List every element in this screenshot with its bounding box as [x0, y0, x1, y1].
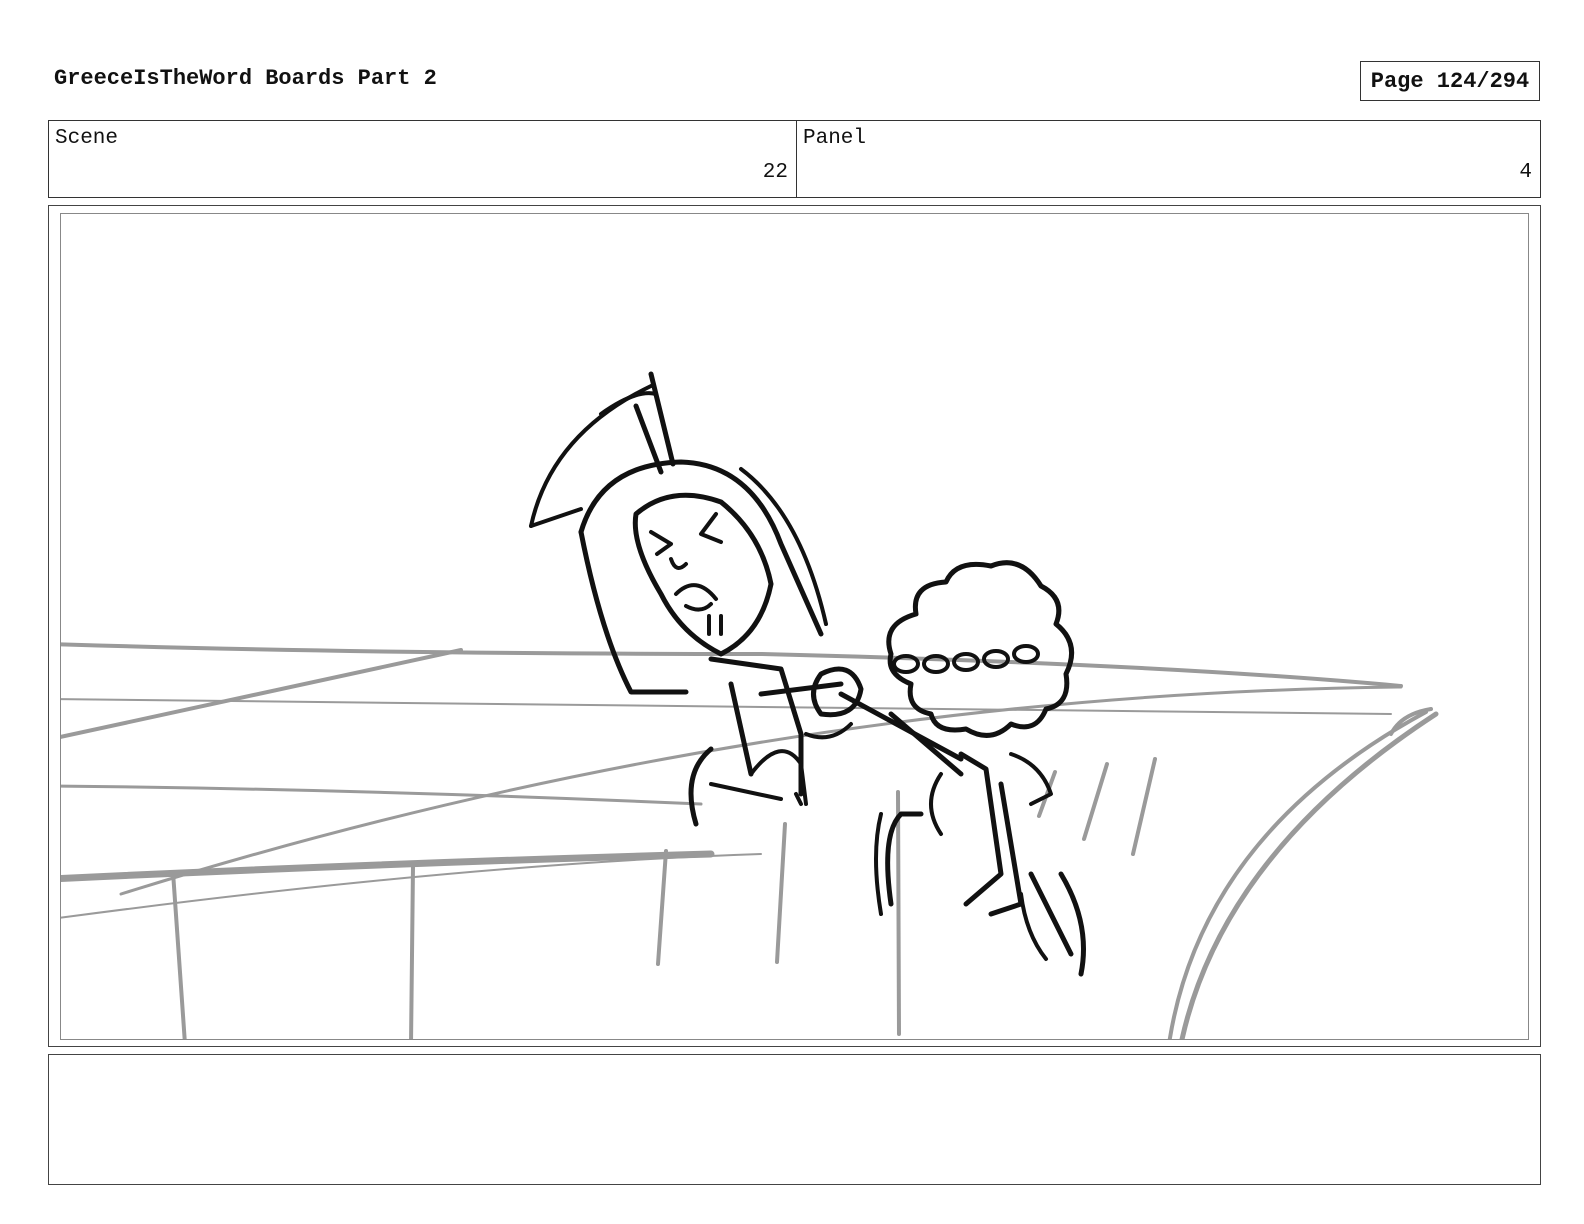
- storyboard-frame: [48, 205, 1541, 1047]
- curly-hair-character: [838, 560, 1086, 977]
- scene-panel-info-row: Scene 22 Panel 4: [48, 120, 1541, 198]
- storyboard-sketch: [61, 371, 1439, 1039]
- rooftop-guides: [61, 642, 1439, 1039]
- panel-label: Panel: [803, 127, 867, 150]
- scene-label: Scene: [55, 127, 119, 150]
- scene-number: 22: [762, 161, 788, 184]
- page-number: Page 124/294: [1370, 68, 1530, 94]
- page-number-box: Page 124/294: [1360, 61, 1540, 101]
- panel-notes-text: [49, 1055, 1540, 1071]
- storyboard-drawing-area: [60, 213, 1529, 1040]
- document-title: GreeceIsTheWord Boards Part 2: [54, 66, 437, 91]
- panel-notes-box: [48, 1054, 1541, 1185]
- soldier-character: [529, 371, 864, 827]
- scene-cell: Scene 22: [49, 121, 797, 197]
- panel-number: 4: [1519, 161, 1532, 184]
- panel-cell: Panel 4: [797, 121, 1540, 197]
